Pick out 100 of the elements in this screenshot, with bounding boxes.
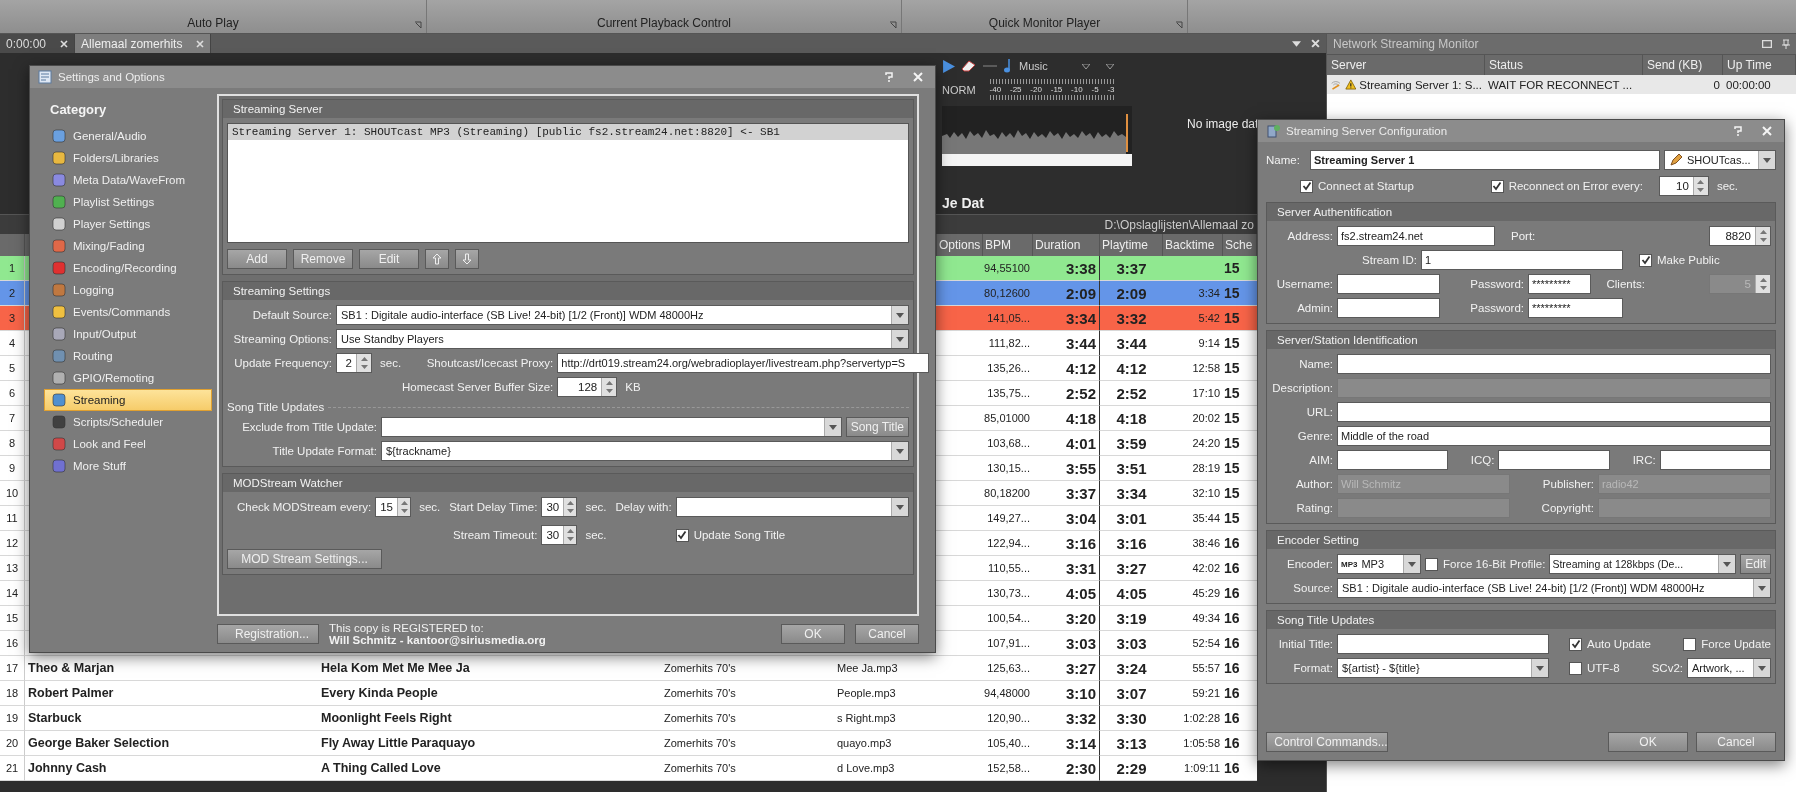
control-commands-button[interactable]: Control Commands... <box>1266 732 1388 752</box>
cancel-button[interactable]: Cancel <box>1696 732 1776 752</box>
spin-box[interactable]: 30 <box>541 525 578 545</box>
category-item[interactable]: Look and Feel <box>44 433 212 455</box>
spin-box[interactable]: 2 <box>336 353 372 373</box>
unit-label: sec. <box>585 529 608 541</box>
dropdown-field[interactable]: SHOUTcas... <box>1664 150 1776 170</box>
spin-box[interactable]: 30 <box>541 497 578 517</box>
move-down-button[interactable] <box>455 249 479 269</box>
category-label: Music <box>1019 60 1048 72</box>
category-item[interactable]: Streaming <box>44 389 212 411</box>
checkbox[interactable] <box>1300 179 1313 193</box>
text-field[interactable] <box>1337 298 1440 318</box>
spin-box[interactable]: 128 <box>557 377 618 397</box>
category-item[interactable]: Playlist Settings <box>44 191 212 213</box>
text-field[interactable] <box>1659 450 1771 470</box>
checkbox[interactable] <box>1490 179 1504 193</box>
move-up-button[interactable] <box>425 249 449 269</box>
close-icon[interactable] <box>1311 39 1320 48</box>
dialog-button[interactable]: Cancel <box>855 624 919 644</box>
text-field[interactable] <box>1337 402 1771 422</box>
text-field[interactable]: fs2.stream24.net <box>1337 226 1495 246</box>
checkbox[interactable] <box>1425 557 1438 571</box>
checkbox[interactable] <box>1639 253 1652 267</box>
dropdown-field[interactable]: ${trackname} <box>381 441 909 461</box>
help-icon[interactable] <box>1734 126 1742 136</box>
table-row[interactable]: 21 Johnny Cash A Thing Called Love Zomerhits 70's d Love.mp3 152,58... 2:30 2:29 1:09:11 16 <box>0 756 1257 781</box>
dialog-button[interactable]: Edit <box>359 249 419 269</box>
dropdown-arrow-icon[interactable] <box>1081 63 1090 69</box>
help-icon[interactable] <box>885 72 893 82</box>
checkbox[interactable] <box>1569 661 1582 675</box>
pin-icon[interactable] <box>1782 39 1790 49</box>
category-item[interactable]: Meta Data/WaveFrom <box>44 169 212 191</box>
text-field[interactable]: ********* <box>1528 274 1591 294</box>
table-row[interactable]: Streaming Server 1: S... WAIT FOR RECONNECT ... 0 00:00:00 <box>1327 75 1796 94</box>
text-field[interactable] <box>1337 274 1440 294</box>
eraser-icon[interactable] <box>961 60 977 72</box>
dropdown-field[interactable] <box>675 497 909 517</box>
server-list[interactable]: Streaming Server 1: SHOUTcast MP3 (Streaming) [public fs2.stream24.net:8820] <- SB1 <box>227 123 909 243</box>
category-item[interactable]: Encoding/Recording <box>44 257 212 279</box>
category-item[interactable]: Routing <box>44 345 212 367</box>
dropdown-field[interactable]: SB1 : Digitale audio-interface (SB Live! 24-bit) [1/2 (Front)] WDM 48000Hz <box>1337 578 1771 598</box>
checkbox[interactable] <box>1569 637 1582 651</box>
table-row[interactable]: 19 Starbuck Moonlight Feels Right Zomerhits 70's s Right.mp3 120,90... 3:32 3:30 1:02:28 16 <box>0 706 1257 731</box>
dialog-button[interactable]: Add <box>227 249 287 269</box>
spin-box[interactable]: 10 <box>1658 176 1709 196</box>
category-item[interactable]: Mixing/Fading <box>44 235 212 257</box>
table-row[interactable]: 20 George Baker Selection Fly Away Little Paraquayo Zomerhits 70's quayo.mp3 105,40... 3:14 3:13 1:05:58 16 <box>0 731 1257 756</box>
category-item[interactable]: Scripts/Scheduler <box>44 411 212 433</box>
close-icon[interactable] <box>60 39 69 48</box>
document-tab[interactable]: 0:00:00 <box>0 34 76 53</box>
ok-button[interactable]: OK <box>1608 732 1688 752</box>
mod-stream-settings-button[interactable]: MOD Stream Settings... <box>227 549 382 569</box>
table-row[interactable]: 18 Robert Palmer Every Kinda People Zomerhits 70's People.mp3 94,48000 3:10 3:07 59:21 16 <box>0 681 1257 706</box>
mode-label: NORM <box>942 83 976 96</box>
category-item[interactable]: Events/Commands <box>44 301 212 323</box>
checkbox[interactable] <box>1683 637 1697 651</box>
server-list-item[interactable]: Streaming Server 1: SHOUTcast MP3 (Streaming) [public fs2.stream24.net:8820] <- SB1 <box>228 124 908 140</box>
close-icon[interactable] <box>196 39 205 48</box>
dropdown-field[interactable]: SB1 : Digitale audio-interface (SB Live! 24-bit) [1/2 (Front)] WDM 48000Hz <box>336 305 909 325</box>
dropdown-field[interactable]: Streaming at 128kbps (De... <box>1549 554 1737 574</box>
document-tab[interactable]: Allemaal zomerhits <box>75 34 212 53</box>
corner-arrow-icon[interactable] <box>889 21 897 29</box>
text-field[interactable]: Streaming Server 1 <box>1310 150 1660 170</box>
dropdown-arrow-icon[interactable] <box>1105 63 1114 69</box>
text-field[interactable] <box>1498 450 1610 470</box>
category-item[interactable]: Folders/Libraries <box>44 147 212 169</box>
edit-button[interactable]: Edit <box>1740 554 1771 574</box>
category-item[interactable]: Logging <box>44 279 212 301</box>
dialog-button[interactable]: Remove <box>293 249 353 269</box>
text-field[interactable]: 1 <box>1421 250 1623 270</box>
dropdown-field[interactable]: ${artist} - ${title} <box>1337 658 1549 678</box>
category-item[interactable]: GPIO/Remoting <box>44 367 212 389</box>
dropdown-field[interactable] <box>381 417 842 437</box>
table-row[interactable]: 17 Theo & Marjan Hela Kom Met Me Mee Ja Zomerhits 70's Mee Ja.mp3 125,63... 3:27 3:24 55:57 16 <box>0 656 1257 681</box>
dialog-button[interactable]: OK <box>781 624 845 644</box>
dropdown-field[interactable]: Use Standby Players <box>336 329 909 349</box>
text-field[interactable] <box>1337 450 1449 470</box>
checkbox[interactable] <box>675 528 689 542</box>
window-restore-icon[interactable] <box>1762 40 1772 48</box>
ribbon-group-label: Current Playback Control <box>596 16 732 30</box>
dropdown-field[interactable]: Artwork, ... <box>1687 658 1771 678</box>
corner-arrow-icon[interactable] <box>414 21 422 29</box>
text-field[interactable] <box>1337 354 1771 374</box>
text-field[interactable]: Middle of the road <box>1337 426 1771 446</box>
category-item[interactable]: General/Audio <box>44 125 212 147</box>
registration-button[interactable]: Registration... <box>217 624 319 644</box>
text-field[interactable]: ********* <box>1528 298 1623 318</box>
text-field[interactable]: http://drt019.stream24.org/webradioplayer/livestream.php?servertyp=S <box>557 353 930 373</box>
play-icon[interactable] <box>942 59 955 73</box>
corner-arrow-icon[interactable] <box>1175 21 1183 29</box>
category-item[interactable]: Player Settings <box>44 213 212 235</box>
text-field[interactable] <box>1337 634 1549 654</box>
spin-box[interactable]: 15 <box>375 497 412 517</box>
dropdown-arrow-icon[interactable] <box>1292 40 1301 47</box>
category-item[interactable]: More Stuff <box>44 455 212 477</box>
song-title-button[interactable]: Song Title <box>845 417 909 437</box>
spin-box[interactable]: 8820 <box>1709 226 1771 246</box>
dropdown-field[interactable]: MP3 MP3 <box>1337 554 1421 574</box>
category-item[interactable]: Input/Output <box>44 323 212 345</box>
